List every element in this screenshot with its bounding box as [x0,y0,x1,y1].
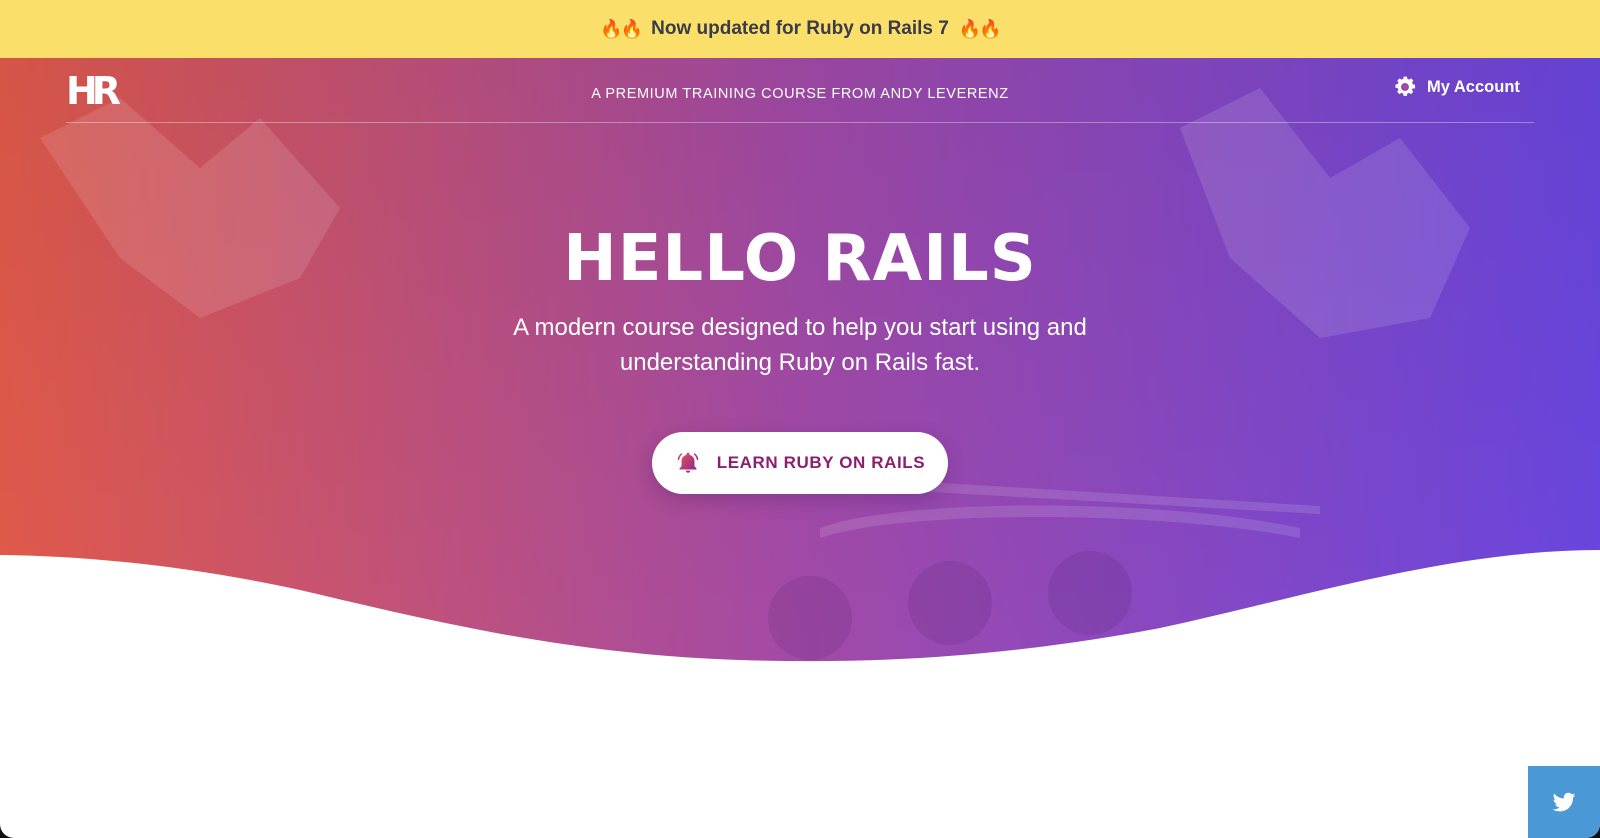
fire-emoji-right: 🔥🔥 [958,18,1002,39]
my-account-label: My Account [1427,77,1520,96]
learn-rails-label: LEARN RUBY ON RAILS [716,453,926,472]
header-divider [66,122,1534,123]
hero-section: HR A PREMIUM TRAINING COURSE FROM ANDY L… [0,58,1600,678]
announcement-banner[interactable]: 🔥🔥 Now updated for Ruby on Rails 7 🔥🔥 [0,0,1600,58]
gear-icon [1395,76,1416,96]
tagline: A PREMIUM TRAINING COURSE FROM ANDY LEVE… [591,86,1009,102]
my-account-link[interactable]: My Account [1392,74,1520,100]
hero-title: HELLO RAILS [563,222,1037,296]
hero-subtitle: A modern course designed to help you sta… [513,314,1087,376]
learn-rails-button[interactable]: LEARN RUBY ON RAILS [652,432,948,494]
twitter-icon [1552,792,1576,812]
page-frame: 🔥🔥 Now updated for Ruby on Rails 7 🔥🔥 HR… [0,0,1600,838]
twitter-share-button[interactable] [1528,766,1600,838]
bell-icon [677,452,699,473]
announcement-text: Now updated for Ruby on Rails 7 [651,18,949,39]
fire-emoji-left: 🔥🔥 [600,18,643,39]
